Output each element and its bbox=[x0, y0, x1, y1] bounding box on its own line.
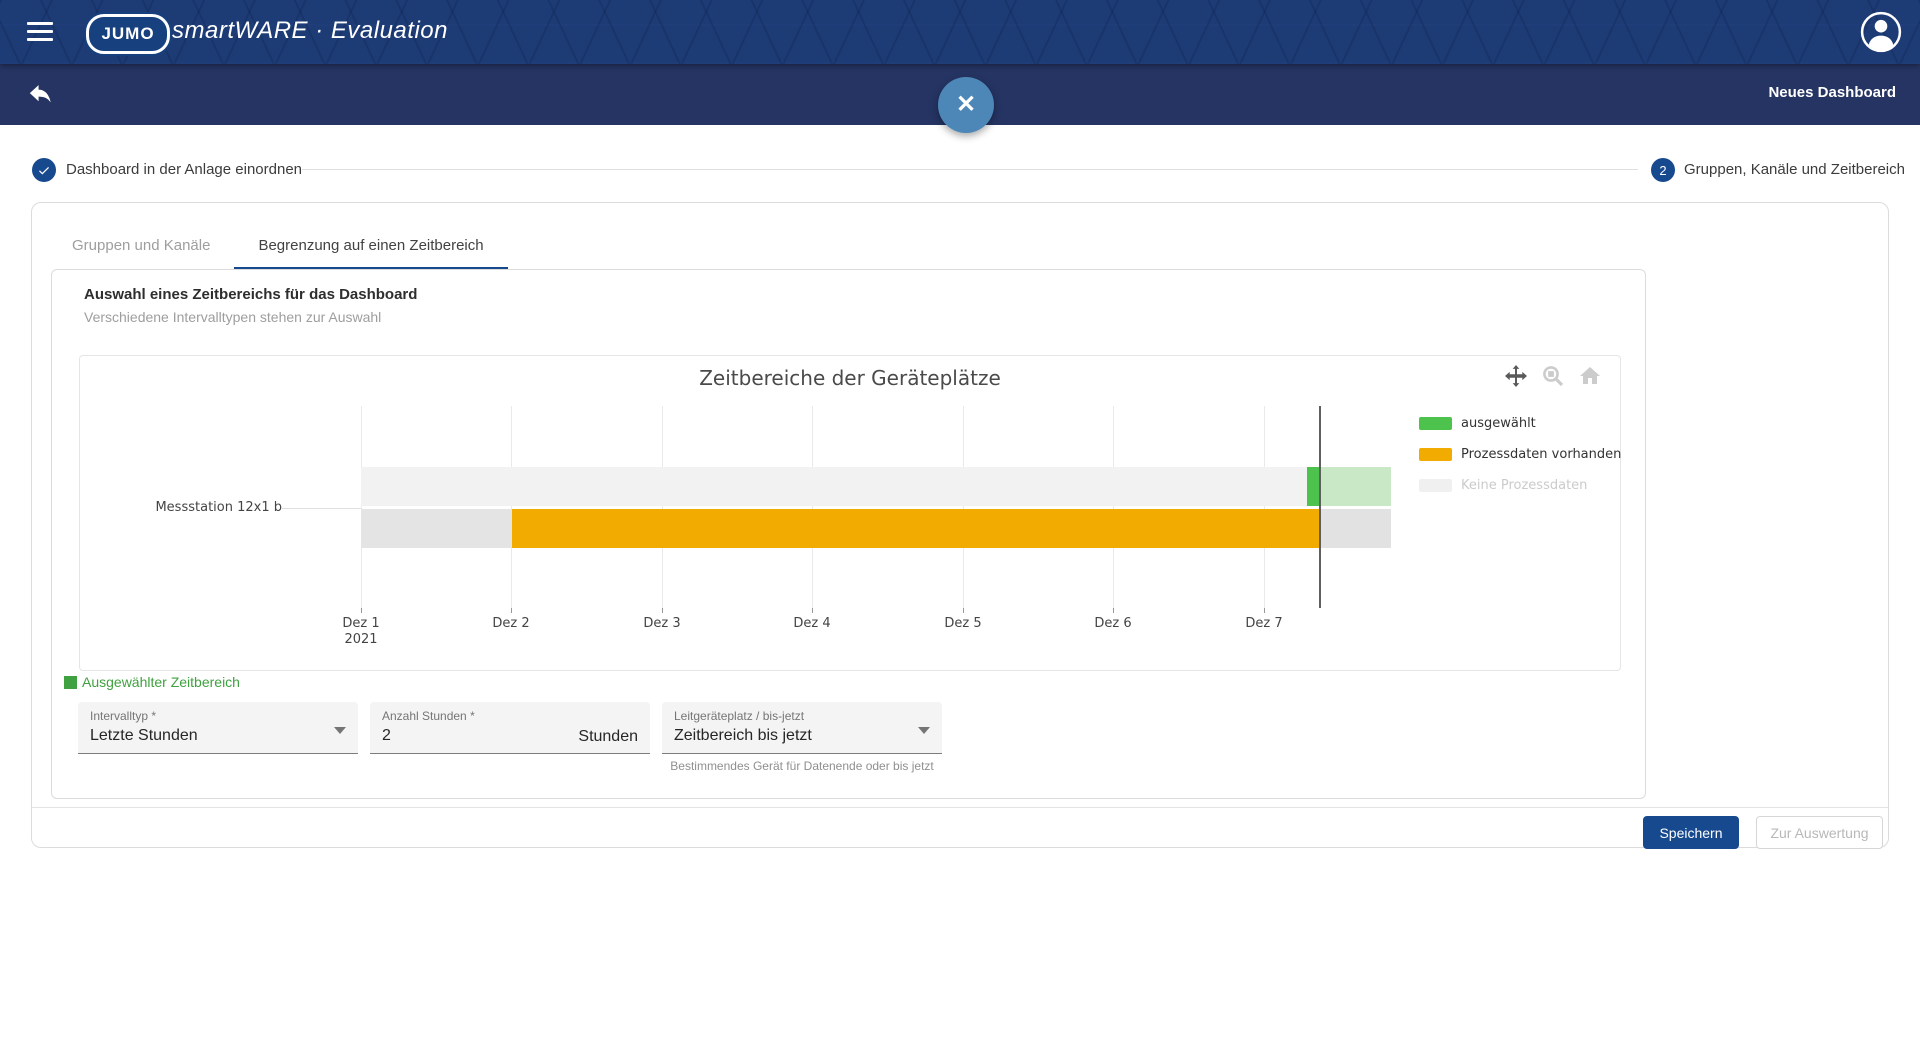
x-tick-mark bbox=[963, 608, 964, 613]
bar-segment bbox=[361, 467, 1307, 506]
x-tick-mark bbox=[662, 608, 663, 613]
step-1-indicator[interactable] bbox=[32, 158, 56, 182]
bar-segment bbox=[1320, 467, 1392, 506]
auswahl-row bbox=[361, 467, 1391, 506]
leitgeraeteplatz-select[interactable]: Leitgeräteplatz / bis-jetzt Zeitbereich … bbox=[662, 702, 942, 754]
pan-icon[interactable] bbox=[1504, 364, 1528, 388]
legend-item[interactable]: Keine Prozessdaten bbox=[1419, 478, 1621, 493]
legend-label: Prozessdaten vorhanden bbox=[1461, 447, 1621, 462]
gridline bbox=[361, 406, 362, 608]
home-icon[interactable] bbox=[1578, 364, 1602, 388]
anzahl-stunden-field[interactable]: Anzahl Stunden * Stunden bbox=[370, 702, 650, 754]
tab-zeitbereich[interactable]: Begrenzung auf einen Zeitbereich bbox=[234, 225, 507, 270]
user-avatar-icon[interactable] bbox=[1860, 11, 1902, 53]
x-tick-mark bbox=[361, 608, 362, 613]
x-axis: Dez 12021Dez 2Dez 3Dez 4Dez 5Dez 6Dez 7 bbox=[361, 608, 1391, 654]
legend-swatch bbox=[1419, 417, 1452, 430]
gridline bbox=[511, 406, 512, 608]
check-icon bbox=[36, 162, 52, 178]
step-2-label[interactable]: Gruppen, Kanäle und Zeitbereich bbox=[1684, 158, 1905, 182]
x-tick-mark bbox=[511, 608, 512, 613]
page-title: Neues Dashboard bbox=[1768, 84, 1896, 101]
x-tick-mark bbox=[812, 608, 813, 613]
bar-segment bbox=[1307, 467, 1320, 506]
gridline bbox=[1264, 406, 1265, 608]
chevron-down-icon bbox=[918, 727, 930, 734]
selected-range-swatch bbox=[64, 676, 77, 689]
zoom-icon[interactable] bbox=[1541, 364, 1565, 388]
product-title: smartWARE · Evaluation bbox=[172, 17, 448, 45]
page: JUMO smartWARE · Evaluation Neues Dashbo… bbox=[0, 0, 1920, 1057]
panel-footer: Speichern Zur Auswertung bbox=[32, 807, 1888, 850]
bar-segment bbox=[361, 509, 512, 548]
gridline bbox=[662, 406, 663, 608]
legend-swatch bbox=[1419, 479, 1452, 492]
card-title: Auswahl eines Zeitbereichs für das Dashb… bbox=[84, 286, 417, 303]
chart-legend: ausgewählt Prozessdaten vorhanden Keine Pr… bbox=[1419, 416, 1621, 509]
selected-range-label: Ausgewählter Zeitbereich bbox=[82, 674, 240, 690]
gridline bbox=[963, 406, 964, 608]
jumo-logo: JUMO bbox=[86, 14, 170, 54]
x-tick-label: Dez 12021 bbox=[321, 616, 401, 648]
close-button[interactable]: ✕ bbox=[938, 77, 994, 133]
x-tick-label: Dez 2 bbox=[471, 616, 551, 632]
gridline bbox=[1113, 406, 1114, 608]
x-tick-mark bbox=[1264, 608, 1265, 613]
step-2-indicator[interactable]: 2 bbox=[1651, 158, 1675, 182]
app-header: JUMO smartWARE · Evaluation bbox=[0, 0, 1920, 64]
now-line bbox=[1319, 406, 1321, 608]
y-axis-tickline bbox=[282, 508, 361, 509]
legend-item[interactable]: ausgewählt bbox=[1419, 416, 1621, 431]
x-tick-label: Dez 7 bbox=[1224, 616, 1304, 632]
chart-title: Zeitbereiche der Geräteplätze bbox=[80, 366, 1620, 390]
leitgeraeteplatz-value: Zeitbereich bis jetzt bbox=[674, 727, 930, 745]
back-icon[interactable] bbox=[24, 80, 52, 108]
leitgeraeteplatz-label: Leitgeräteplatz / bis-jetzt bbox=[674, 709, 930, 723]
daten-row bbox=[361, 509, 1391, 548]
bar-segment bbox=[512, 509, 1320, 548]
chart-modebar bbox=[1504, 364, 1602, 388]
intervalltyp-value: Letzte Stunden bbox=[90, 727, 346, 745]
anzahl-stunden-input[interactable] bbox=[382, 727, 562, 745]
close-icon: ✕ bbox=[956, 91, 976, 118]
jumo-logo-text: JUMO bbox=[101, 24, 154, 44]
tab-gruppen-und-kanaele[interactable]: Gruppen und Kanäle bbox=[48, 225, 234, 267]
timeline-chart: Zeitbereiche der Geräteplätze bbox=[79, 355, 1621, 671]
legend-label: ausgewählt bbox=[1461, 416, 1536, 431]
legend-label: Keine Prozessdaten bbox=[1461, 478, 1587, 493]
gridline bbox=[812, 406, 813, 608]
x-tick-label: Dez 3 bbox=[622, 616, 702, 632]
x-tick-label: Dez 5 bbox=[923, 616, 1003, 632]
zur-auswertung-button[interactable]: Zur Auswertung bbox=[1756, 816, 1883, 849]
legend-swatch bbox=[1419, 448, 1452, 461]
card-subtitle: Verschiedene Intervalltypen stehen zur A… bbox=[84, 309, 381, 325]
intervalltyp-label: Intervalltyp * bbox=[90, 709, 346, 723]
speichern-button[interactable]: Speichern bbox=[1643, 816, 1739, 849]
anzahl-stunden-label: Anzahl Stunden * bbox=[382, 709, 638, 723]
selected-range-indicator: Ausgewählter Zeitbereich bbox=[64, 674, 240, 690]
leitgeraeteplatz-helper: Bestimmendes Gerät für Datenende oder bi… bbox=[662, 759, 942, 773]
wizard-panel: Gruppen und Kanäle Begrenzung auf einen … bbox=[31, 202, 1889, 848]
plot-area[interactable] bbox=[361, 406, 1391, 608]
x-tick-label: Dez 6 bbox=[1073, 616, 1153, 632]
bar-segment bbox=[1320, 509, 1392, 548]
intervalltyp-select[interactable]: Intervalltyp * Letzte Stunden bbox=[78, 702, 358, 754]
y-axis-category-label: Messstation 12x1 b bbox=[80, 500, 282, 515]
x-tick-label: Dez 4 bbox=[772, 616, 852, 632]
tab-bar: Gruppen und Kanäle Begrenzung auf einen … bbox=[48, 225, 508, 270]
x-tick-mark bbox=[1113, 608, 1114, 613]
zeitbereich-card: Auswahl eines Zeitbereichs für das Dashb… bbox=[51, 269, 1646, 799]
step-1-label[interactable]: Dashboard in der Anlage einordnen bbox=[66, 158, 302, 182]
legend-item[interactable]: Prozessdaten vorhanden bbox=[1419, 447, 1621, 462]
menu-icon[interactable] bbox=[27, 22, 53, 42]
anzahl-stunden-unit: Stunden bbox=[578, 728, 638, 746]
chevron-down-icon bbox=[334, 727, 346, 734]
step-connector bbox=[302, 169, 1638, 170]
